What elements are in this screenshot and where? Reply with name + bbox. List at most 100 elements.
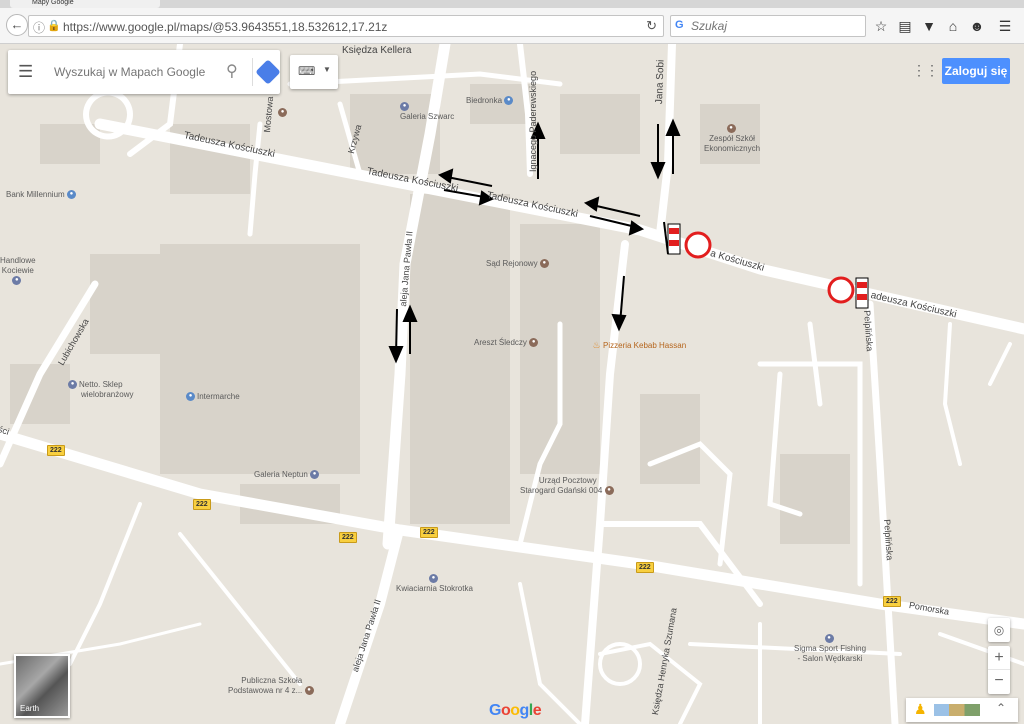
courthouse-icon: ● [539,259,549,269]
shopping-cart-icon: ● [186,392,195,402]
earth-view-toggle[interactable]: Earth [14,654,70,718]
street-paderewskiego: Ignacego Paderewskiego [528,70,538,172]
poi-galeria-neptun[interactable]: Galeria Neptun ● [254,470,321,480]
imagery-thumbnails[interactable] [934,704,980,716]
my-location-icon[interactable]: ◎ [988,618,1010,642]
fork-knife-icon: ♨ [592,340,601,351]
poi-netto-line1: Netto. Sklep [79,380,123,389]
poi-szkola-line1: Publiczna Szkoła [241,676,303,685]
login-button[interactable]: Zaloguj się [942,58,1010,84]
school-icon: ● [726,124,736,134]
poi-sigma-line2: - Salon Wędkarski [797,654,863,663]
maps-search-box: ☰ ⚲ [8,50,281,94]
poi-sigma[interactable]: ● Sigma Sport Fishing - Salon Wędkarski [794,634,866,664]
zoom-out-button[interactable]: − [988,670,1010,694]
home-icon[interactable]: ⌂ [944,17,962,35]
shopping-bag-icon: ● [400,102,409,112]
zoom-in-button[interactable]: + [988,646,1010,670]
keyboard-selector[interactable]: ⌨ ▼ [290,55,338,89]
route-222-badge: 222 [193,499,211,510]
poi-bank-millennium-label: Bank Millennium [6,190,65,199]
map-canvas[interactable]: Księdza Kellera Tadeusza Kościuszki Tade… [0,44,1024,724]
shopping-cart-icon: ● [504,96,514,106]
route-222-badge: 222 [636,562,654,573]
pocket-icon[interactable]: ▼ [920,17,938,35]
building-icon: ● [529,338,539,348]
poi-galeria-szwarc[interactable]: ● Galeria Szwarc [400,102,454,122]
poi-handlowe-kociewie[interactable]: Handlowe Kociewie ● [0,256,36,286]
poi-sad-rejonowy-label: Sąd Rejonowy [486,259,538,268]
poi-kwiaciarnia[interactable]: ● Kwiaciarnia Stokrotka [396,574,473,594]
street-ksiedza-kellera: Księdza Kellera [342,45,412,56]
poi-sigma-line1: Sigma Sport Fishing [794,644,867,653]
poi-areszt[interactable]: Areszt Śledczy ● [474,338,540,348]
emoji-icon[interactable]: ☻ [968,17,986,35]
poi-bank-millennium[interactable]: Bank Millennium ● [6,190,78,200]
poi-urzad-line2: Starogard Gdański 004 [520,486,603,495]
browser-search-bar[interactable]: G [670,15,866,37]
menu-icon[interactable]: ☰ [996,17,1014,35]
poi-urzad-line1: Urząd Pocztowy [538,476,597,485]
poi-pizzeria[interactable]: ♨ Pizzeria Kebab Hassan [592,341,686,351]
poi-museum-icon-wrapper[interactable]: ● [278,108,289,118]
google-search-engine-icon[interactable]: G [675,19,684,31]
street-jana-sobieskiego: Jana Sobi [654,59,667,105]
poi-pizzeria-label: Pizzeria Kebab Hassan [603,341,687,350]
google-logo: Google [489,702,542,719]
poi-galeria-szwarc-label: Galeria Szwarc [400,112,455,121]
lock-icon: 🔒 [47,20,61,32]
poi-galeria-neptun-label: Galeria Neptun [254,470,308,479]
poi-handlowe-line2: Kociewie [1,266,34,275]
bookmark-star-icon[interactable]: ☆ [872,17,890,35]
expand-chevrons-icon[interactable]: ⌃ [996,701,1006,715]
poi-intermarche[interactable]: ● Intermarche [186,392,240,402]
poi-netto[interactable]: ● Netto. Sklep wielobranżowy [68,380,133,400]
pegman-icon[interactable]: ♟ [914,701,927,718]
tab-strip: Mapy Google [0,0,1024,8]
reading-list-icon[interactable]: ▤ [896,17,914,35]
route-222-badge: 222 [883,596,901,607]
museum-icon: ● [278,108,287,118]
divider [252,58,253,86]
magnifier-icon[interactable]: ⚲ [226,61,238,81]
directions-icon[interactable] [255,59,281,85]
url-text[interactable]: https://www.google.pl/maps/@53.9643551,1… [63,20,387,34]
reload-icon[interactable]: ↻ [646,18,657,34]
shopping-bag-icon: ● [12,276,22,286]
school-icon: ● [304,686,314,696]
browser-toolbar: ← ⓘ 🔒 https://www.google.pl/maps/@53.964… [0,8,1024,44]
shopping-bag-icon: ● [428,574,438,584]
hamburger-menu-icon[interactable]: ☰ [18,62,33,82]
info-icon[interactable]: ⓘ [33,19,45,36]
poi-biedronka-label: Biedronka [466,96,503,105]
route-222-badge: 222 [339,532,357,543]
shopping-bag-icon: ● [68,380,77,390]
maps-search-input[interactable] [52,62,212,82]
poi-biedronka[interactable]: Biedronka ● [466,96,515,106]
route-222-badge: 222 [47,445,65,456]
poi-kwiaciarnia-label: Kwiaciarnia Stokrotka [396,584,473,593]
browser-search-input[interactable] [689,18,859,34]
url-bar[interactable]: ⓘ 🔒 https://www.google.pl/maps/@53.96435… [28,15,664,37]
keyboard-icon: ⌨ [298,64,316,78]
zoom-control: + − [988,646,1010,694]
poi-sad-rejonowy[interactable]: Sąd Rejonowy ● [486,259,551,269]
poi-handlowe-line1: Handlowe [0,256,36,265]
chevron-down-icon: ▼ [323,65,331,74]
poi-areszt-label: Areszt Śledczy [474,338,527,347]
map-drawing [0,44,1024,724]
browser-tab[interactable]: Mapy Google [10,0,160,8]
back-arrow-icon[interactable]: ← [6,14,28,36]
poi-szkola[interactable]: Publiczna Szkoła Podstawowa nr 4 z... ● [228,676,316,696]
poi-zespol-szkol-line2: Ekonomicznych [704,144,761,153]
poi-urzad-pocztowy[interactable]: Urząd Pocztowy Starogard Gdański 004 ● [520,476,616,496]
bottom-imagery-bar: ♟ ⌃ [906,698,1018,722]
poi-netto-line2: wielobranżowy [81,390,134,399]
poi-zespol-szkol-line1: Zespół Szkół [709,134,755,143]
post-office-icon: ● [604,486,614,496]
poi-intermarche-label: Intermarche [197,392,240,401]
route-222-badge: 222 [420,527,438,538]
shopping-bag-icon: ● [310,470,320,480]
poi-zespol-szkol[interactable]: ● Zespół Szkół Ekonomicznych [704,124,760,154]
poi-szkola-line2: Podstawowa nr 4 z... [228,686,303,695]
